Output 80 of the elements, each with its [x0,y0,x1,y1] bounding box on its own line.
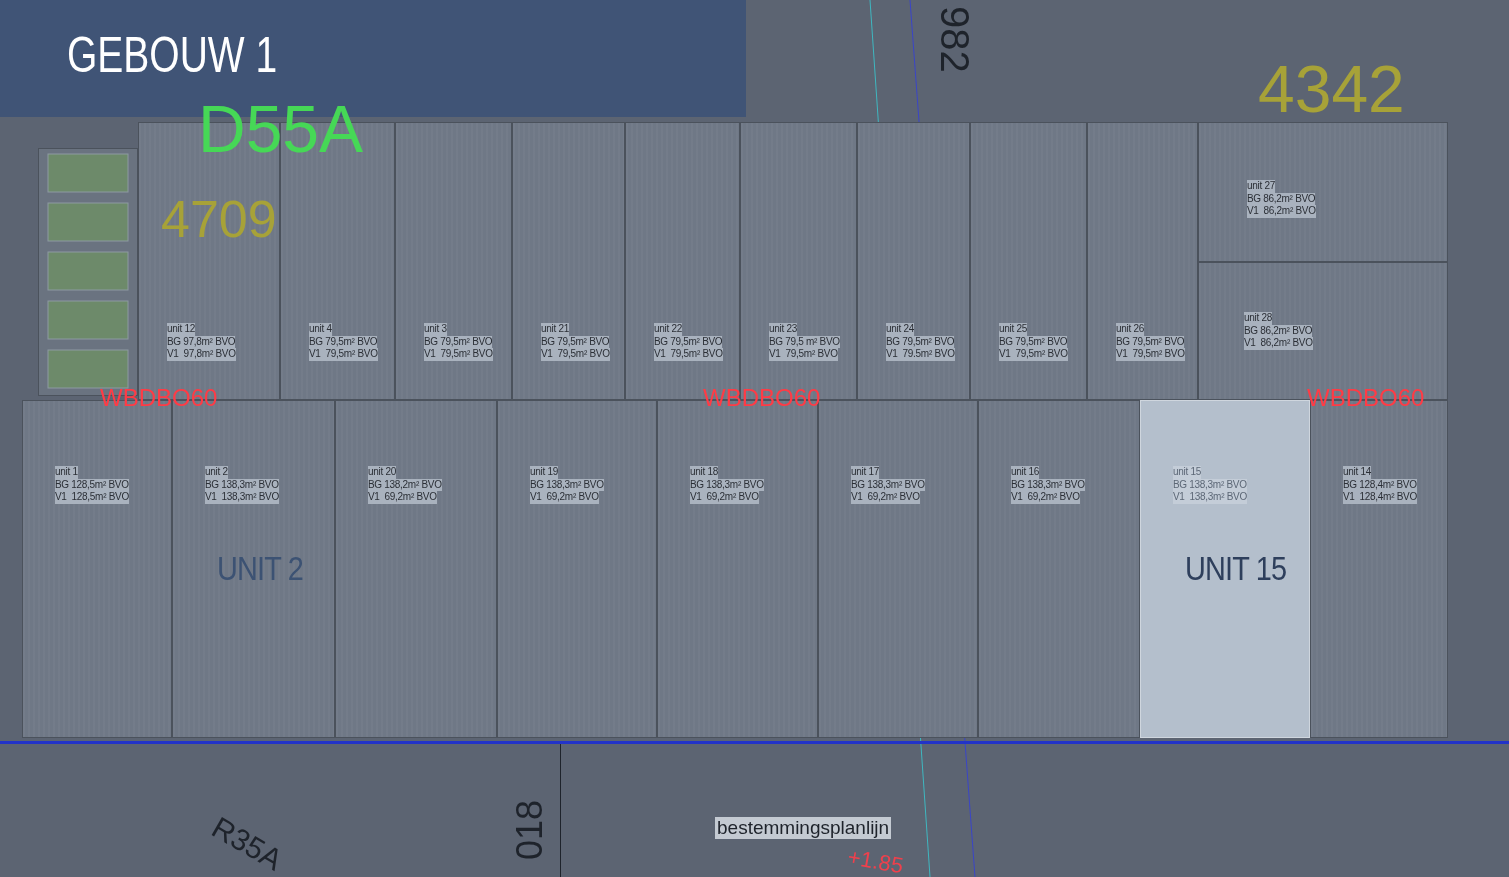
unit-name: unit 12 [167,323,195,336]
unit-area-text: BG 86,2m² BVO [1247,192,1316,205]
unit-area-text: V1 138,3m² BVO [205,491,279,504]
unit-area[interactable]: unit 17 BG 138,3m² BVO V1 69,2m² BVO [818,400,978,738]
unit-area[interactable]: unit 19 BG 138,3m² BVO V1 69,2m² BVO [497,400,657,738]
unit-name: unit 20 [368,466,396,479]
unit-area-text: BG 138,3m² BVO [851,478,925,491]
unit-area-text: V1 128,5m² BVO [55,491,129,504]
unit-area-text: BG 128,4m² BVO [1343,478,1417,491]
unit-name: unit 18 [690,466,718,479]
unit-name: unit 3 [424,323,447,336]
unit-area-text: BG 79,5m² BVO [309,335,378,348]
unit-area-text: V1 79,5m² BVO [309,348,378,361]
unit-area-text: V1 86,2m² BVO [1244,337,1313,350]
unit-name: unit 22 [654,323,682,336]
unit-name: unit 16 [1011,466,1039,479]
unit-name: unit 14 [1343,466,1371,479]
unit-area-text: V1 79,5m² BVO [541,348,610,361]
unit-area[interactable]: unit 20 BG 138,2m² BVO V1 69,2m² BVO [335,400,497,738]
unit-name: unit 27 [1247,180,1275,193]
unit-area-text: V1 79.5m² BVO [886,348,955,361]
unit-area-text: V1 79,5m² BVO [1116,348,1185,361]
unit-area[interactable]: unit 26 BG 79,5m² BVO V1 79,5m² BVO [1087,122,1198,400]
unit-name: unit 2 [205,466,228,479]
unit-area-text: V1 69,2m² BVO [851,491,920,504]
unit-area-text: BG 138,3m² BVO [530,478,604,491]
unit-area-text: BG 97,8m² BVO [167,335,236,348]
unit-area-text: V1 138,3m² BVO [1173,491,1247,504]
unit-area[interactable]: unit 3 BG 79,5m² BVO V1 79,5m² BVO [395,122,512,400]
unit-area-text: V1 79,5m² BVO [999,348,1068,361]
unit-name: unit 25 [999,323,1027,336]
building-title: GEBOUW 1 [67,26,278,84]
unit-name: unit 4 [309,323,332,336]
plan-annotation: 4709 [161,193,277,245]
unit-area-text: BG 128,5m² BVO [55,478,129,491]
unit-area-text: BG 79,5 m² BVO [769,335,840,348]
unit-area-text: V1 69,2m² BVO [690,491,759,504]
plan-annotation: 982 [935,6,975,73]
unit-name: unit 21 [541,323,569,336]
unit-name: unit 19 [530,466,558,479]
unit-label: UNIT 15 [1185,549,1287,588]
unit-area[interactable]: unit 25 BG 79,5m² BVO V1 79,5m² BVO [970,122,1087,400]
unit-area-text: V1 79,5m² BVO [424,348,493,361]
unit-area-text: BG 138,3m² BVO [690,478,764,491]
unit-area-text: BG 138,2m² BVO [368,478,442,491]
unit-area-text: V1 69,2m² BVO [530,491,599,504]
unit-area[interactable]: unit 15 BG 138,3m² BVO V1 138,3m² BVO UNIT 15 [1140,400,1310,738]
unit-area-text: BG 138,3m² BVO [205,478,279,491]
unit-area-text: V1 79,5m² BVO [769,348,838,361]
unit-area[interactable]: unit 21 BG 79,5m² BVO V1 79,5m² BVO [512,122,625,400]
unit-area-text: BG 138,3m² BVO [1173,478,1247,491]
plan-annotation: +1.85 [846,846,905,877]
unit-area-text: BG 79,5m² BVO [1116,335,1185,348]
unit-area-text: BG 138,3m² BVO [1011,478,1085,491]
unit-name: unit 23 [769,323,797,336]
boundary-label: bestemmingsplanlijn [715,817,892,839]
unit-name: unit 17 [851,466,879,479]
unit-area[interactable]: unit 16 BG 138,3m² BVO V1 69,2m² BVO [978,400,1140,738]
unit-area[interactable]: unit 27 BG 86,2m² BVO V1 86,2m² BVO [1198,122,1448,262]
plan-annotation: 4342 [1258,56,1405,122]
unit-area-text: V1 86,2m² BVO [1247,205,1316,218]
unit-name: unit 28 [1244,312,1272,325]
unit-area-text: BG 79,5m² BVO [424,335,493,348]
unit-area-text: BG 79,5m² BVO [999,335,1068,348]
unit-area-text: V1 97,8m² BVO [167,348,236,361]
unit-name: unit 1 [55,466,78,479]
unit-area-text: V1 69,2m² BVO [1011,491,1080,504]
unit-label: UNIT 2 [217,549,303,588]
unit-area-text: BG 79,5m² BVO [654,335,723,348]
unit-name: unit 24 [886,323,914,336]
unit-area[interactable]: unit 24 BG 79,5m² BVO V1 79.5m² BVO [857,122,970,400]
unit-area-text: BG 79,5m² BVO [541,335,610,348]
unit-area-text: BG 79,5m² BVO [886,335,955,348]
unit-area-text: BG 86,2m² BVO [1244,324,1313,337]
unit-name: unit 15 [1173,466,1201,479]
unit-area-text: V1 69,2m² BVO [368,491,437,504]
unit-area-text: V1 128,4m² BVO [1343,491,1417,504]
plan-annotation: 018 [512,799,548,860]
unit-area-text: V1 79,5m² BVO [654,348,723,361]
unit-name: unit 26 [1116,323,1144,336]
